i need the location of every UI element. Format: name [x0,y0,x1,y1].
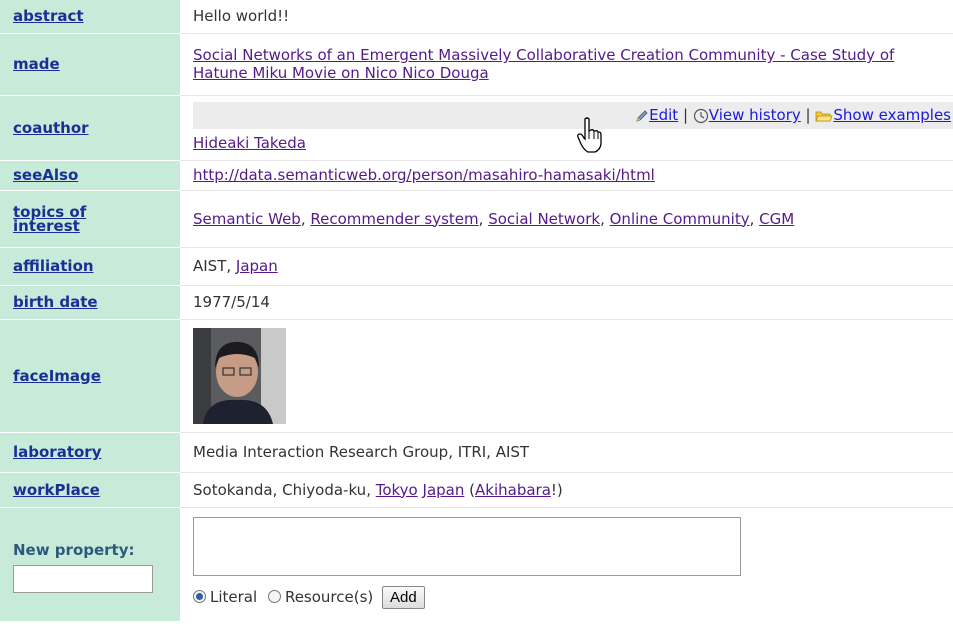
coauthor-link[interactable]: Hideaki Takeda [193,134,306,152]
prop-coauthor[interactable]: coauthor [13,119,89,137]
prop-topics[interactable]: topics of interest [13,204,103,233]
clock-icon [693,108,708,123]
value-laboratory: Media Interaction Research Group, ITRI, … [180,432,953,473]
workplace-akihabara-link[interactable]: Akihabara [475,481,551,499]
topic-link[interactable]: Semantic Web [193,210,301,228]
prop-workplace[interactable]: workPlace [13,481,100,499]
literal-label: Literal [210,587,258,606]
row-seealso: seeAlso http://data.semanticweb.org/pers… [0,160,953,191]
new-property-value-textarea[interactable] [193,516,741,576]
view-history-link[interactable]: View history [709,106,801,124]
coauthor-toolbar: Edit | View history | Show examples [193,102,953,129]
seealso-link[interactable]: http://data.semanticweb.org/person/masah… [193,166,655,184]
affiliation-japan-link[interactable]: Japan [236,257,278,275]
row-affiliation: affiliation AIST, Japan [0,247,953,286]
add-button[interactable]: Add [382,585,425,609]
new-property-input[interactable] [13,565,153,594]
prop-abstract[interactable]: abstract [13,7,84,25]
row-birthdate: birth date 1977/5/14 [0,285,953,320]
prop-faceimage[interactable]: faceImage [13,367,101,385]
prop-birthdate[interactable]: birth date [13,293,98,311]
folder-icon [815,111,833,121]
row-topics: topics of interest Semantic Web, Recomme… [0,190,953,248]
workplace-japan-link[interactable]: Japan [423,481,465,499]
show-examples-link[interactable]: Show examples [833,106,951,124]
prop-laboratory[interactable]: laboratory [13,443,101,461]
value-abstract: Hello world!! [180,0,953,34]
row-made: made Social Networks of an Emergent Mass… [0,33,953,96]
row-laboratory: laboratory Media Interaction Research Gr… [0,432,953,473]
prop-seealso[interactable]: seeAlso [13,166,78,184]
literal-radio[interactable] [193,589,206,603]
row-faceimage: faceImage [0,319,953,433]
prop-made[interactable]: made [13,55,60,73]
property-table: abstract Hello world!! made Social Netwo… [0,0,953,621]
resource-radio[interactable] [267,589,281,603]
topic-link[interactable]: Online Community [610,210,750,228]
topic-link[interactable]: Recommender system [310,210,478,228]
prop-affiliation[interactable]: affiliation [13,257,94,275]
topic-link[interactable]: Social Network [488,210,600,228]
row-workplace: workPlace Sotokanda, Chiyoda-ku, Tokyo J… [0,472,953,508]
row-abstract: abstract Hello world!! [0,0,953,34]
hand-cursor-icon [577,117,602,153]
pencil-icon [636,109,648,122]
workplace-tokyo-link[interactable]: Tokyo [376,481,418,499]
value-birthdate: 1977/5/14 [180,285,953,320]
face-photo [193,327,286,424]
topic-link[interactable]: CGM [759,210,794,228]
resource-label: Resource(s) [284,587,374,606]
row-new-property: New property: Literal Resource(s) Add [0,507,953,621]
edit-link[interactable]: Edit [649,106,678,124]
new-property-label: New property: [13,541,135,560]
made-link[interactable]: Social Networks of an Emergent Massively… [193,46,943,82]
